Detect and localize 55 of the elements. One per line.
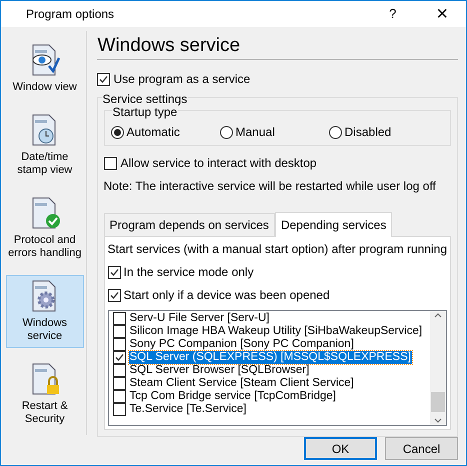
close-button[interactable]: × bbox=[436, 4, 448, 24]
sidebar-item[interactable]: Restart & Security bbox=[6, 358, 84, 431]
checkbox[interactable] bbox=[112, 351, 126, 364]
tab[interactable]: Depending services bbox=[274, 212, 392, 237]
scrollbar[interactable] bbox=[430, 311, 446, 425]
tab[interactable]: Program depends on services bbox=[104, 213, 275, 236]
checkbox[interactable] bbox=[112, 390, 126, 403]
radio-label: Automatic bbox=[126, 124, 180, 141]
checkbox[interactable] bbox=[112, 377, 126, 390]
window-title: Program options bbox=[26, 6, 114, 23]
checkbox[interactable] bbox=[112, 364, 126, 377]
checkbox[interactable] bbox=[112, 403, 126, 416]
checkbox[interactable] bbox=[108, 288, 121, 302]
checkbox-label: Start only if a device was been opened bbox=[124, 287, 330, 304]
checkbox[interactable] bbox=[108, 266, 121, 278]
checkbox[interactable] bbox=[112, 338, 126, 351]
note-text: Note: The interactive service will be restarted while user log off bbox=[104, 178, 437, 195]
scroll-thumb[interactable] bbox=[431, 392, 445, 412]
checkbox-label: Use program as a service bbox=[114, 71, 250, 88]
sidebar-label: Date/time stamp view bbox=[16, 151, 74, 177]
sidebar-item[interactable]: Windows service bbox=[6, 275, 84, 348]
sidebar-label: Restart & Security bbox=[20, 400, 69, 426]
checkbox[interactable] bbox=[96, 72, 110, 86]
checkbox[interactable] bbox=[104, 156, 117, 170]
list-item[interactable]: Serv-U File Server [Serv-U] bbox=[128, 312, 270, 325]
radio-button[interactable] bbox=[328, 126, 342, 138]
scroll-up-icon[interactable] bbox=[434, 313, 442, 318]
list-item[interactable]: Te.Service [Te.Service] bbox=[128, 403, 248, 416]
checkbox[interactable] bbox=[112, 325, 126, 338]
ok-button[interactable]: OK bbox=[304, 437, 377, 460]
scroll-down-icon[interactable] bbox=[434, 418, 442, 423]
help-button[interactable]: ? bbox=[389, 4, 396, 24]
radio-button[interactable] bbox=[110, 126, 124, 138]
checkbox-label: Allow service to interact with desktop bbox=[120, 155, 317, 172]
page-heading: Windows service bbox=[98, 35, 240, 56]
radio-label: Disabled bbox=[344, 124, 392, 141]
group-title: Startup type bbox=[112, 103, 178, 121]
list-item[interactable]: SQL Server (SQLEXPRESS) [MSSQL$SQLEXPRESS] bbox=[128, 351, 412, 364]
list-item[interactable]: Sony PC Companion [Sony PC Companion] bbox=[128, 338, 355, 351]
checkbox-label: In the service mode only bbox=[124, 264, 254, 281]
sidebar-item[interactable]: Protocol and errors handling bbox=[6, 192, 84, 265]
cancel-button[interactable]: Cancel bbox=[385, 437, 458, 460]
description-text: Start services (with a manual start option) after program running bbox=[108, 241, 447, 258]
sidebar-label: Window view bbox=[12, 81, 77, 94]
checkbox[interactable] bbox=[112, 312, 126, 325]
sidebar-label: Protocol and errors handling bbox=[7, 234, 82, 260]
list-item[interactable]: Tcp Com Bridge service [TcpComBridge] bbox=[128, 390, 337, 403]
radio-label: Manual bbox=[236, 124, 275, 141]
list-item[interactable]: Steam Client Service [Steam Client Service] bbox=[128, 377, 355, 390]
sidebar-item[interactable]: Date/time stamp view bbox=[6, 109, 84, 182]
list-item[interactable]: Silicon Image HBA Wakeup Utility [SiHbaWakeupService] bbox=[128, 325, 424, 338]
list-item[interactable]: SQL Server Browser [SQLBrowser] bbox=[128, 364, 310, 377]
sidebar-label: Windows service bbox=[21, 317, 68, 343]
radio-button[interactable] bbox=[220, 126, 233, 138]
sidebar-item[interactable]: Window view bbox=[6, 39, 84, 99]
